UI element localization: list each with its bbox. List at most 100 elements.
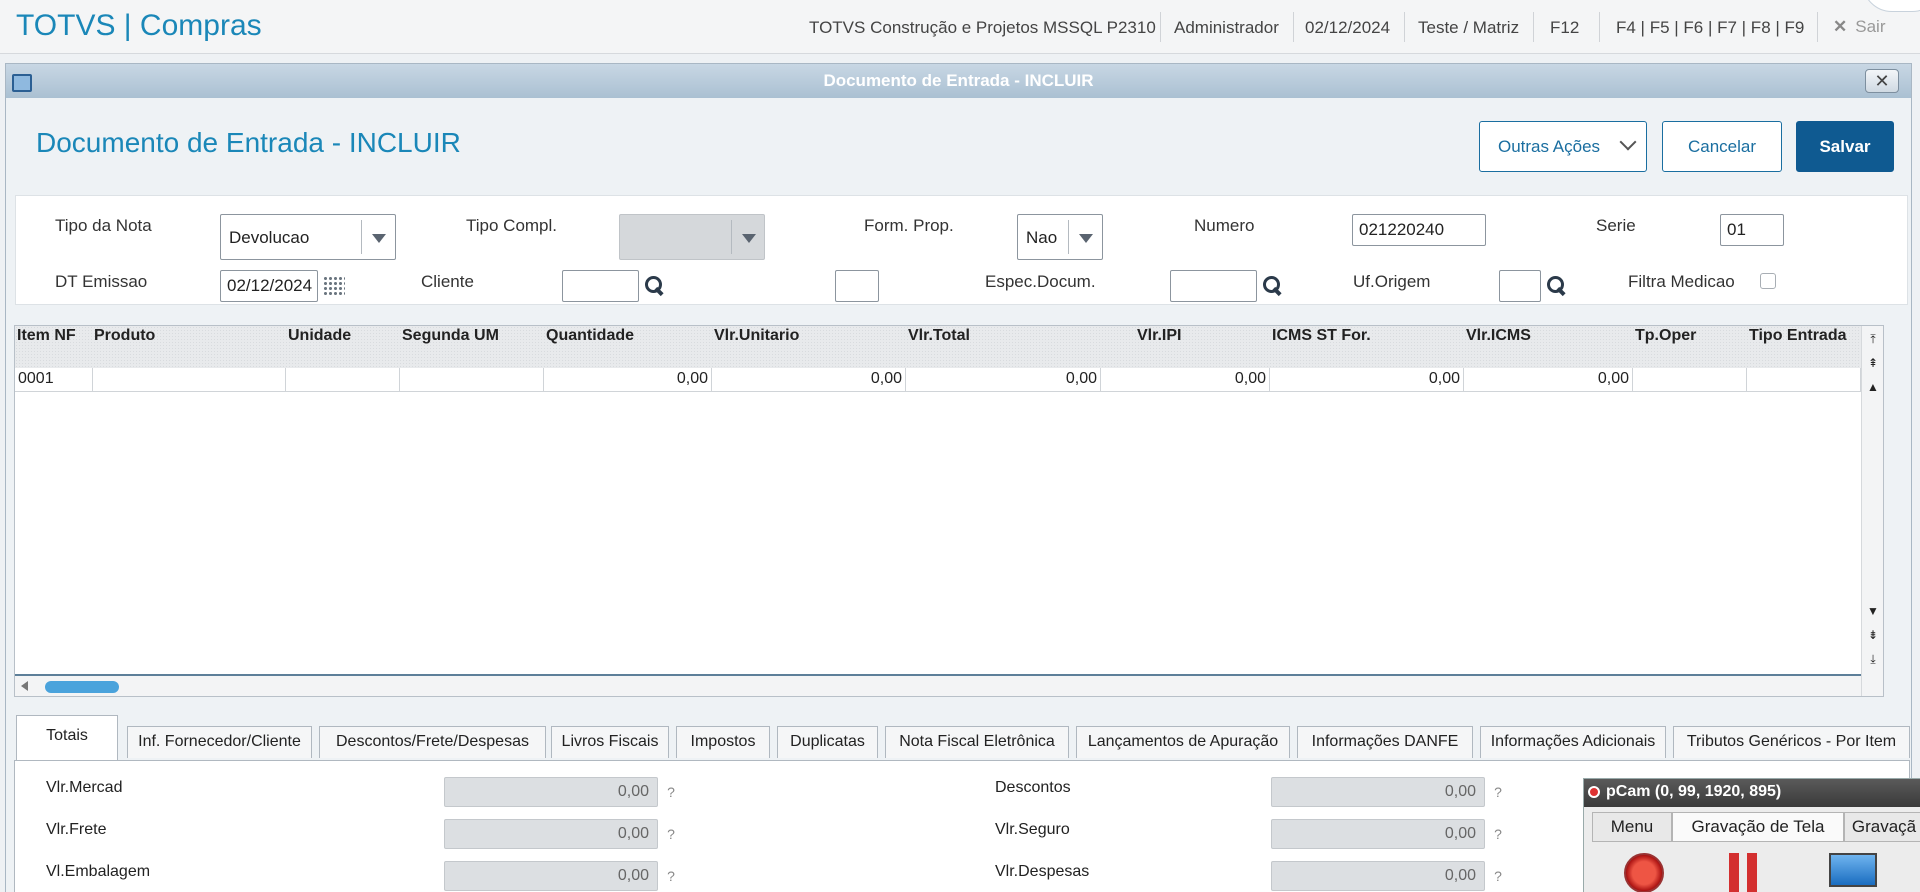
help-icon[interactable]: ? [662,819,680,849]
search-icon[interactable] [645,276,663,294]
table-row[interactable]: 0001 0,00 0,00 0,00 0,00 0,00 0,00 [15,368,1883,392]
recorder-menu-tab[interactable]: Menu [1592,812,1672,842]
recorder-titlebar: pCam (0, 99, 1920, 895) [1584,779,1920,807]
column-header[interactable]: Segunda UM [402,327,499,345]
vertical-scrollbar[interactable]: ⤒ ⇞ ▲ ▼ ⇟ ⤓ [1861,326,1883,696]
cell-vlr-unitario[interactable]: 0,00 [712,368,906,392]
page-down-icon[interactable]: ⇟ [1865,626,1881,644]
vlr-mercad-label: Vlr.Mercad [46,779,123,796]
cell-vlr-ipi[interactable]: 0,00 [1101,368,1270,392]
scroll-down-icon[interactable]: ▼ [1865,602,1881,620]
divider [1817,12,1818,42]
f12-shortcut[interactable]: F12 [1550,18,1579,38]
dropdown-arrow-icon [372,234,386,243]
exit-button[interactable]: ✕ Sair [1833,17,1885,37]
loja-input[interactable] [835,270,879,302]
function-keys[interactable]: F4 | F5 | F6 | F7 | F8 | F9 [1616,18,1804,38]
dt-emissao-label: DT Emissao [55,272,148,291]
divider [1160,12,1161,42]
cell-tipo-entrada[interactable] [1747,368,1861,392]
tab-livros-fiscais[interactable]: Livros Fiscais [551,726,669,758]
system-date[interactable]: 02/12/2024 [1305,18,1390,38]
cliente-input[interactable] [562,270,639,302]
tab-totais[interactable]: Totais [16,715,118,761]
other-actions-button[interactable]: Outras Ações [1479,121,1647,172]
help-icon[interactable]: ? [662,861,680,891]
espec-docum-label: Espec.Docum. [985,272,1096,291]
scroll-left-icon[interactable] [21,681,28,691]
cell-segunda-um[interactable] [400,368,544,392]
column-header[interactable]: Unidade [288,327,351,345]
monitor-icon[interactable] [1829,853,1877,887]
tab-lancamentos[interactable]: Lançamentos de Apuração [1076,726,1290,758]
column-header[interactable]: Tipo Entrada [1749,327,1847,345]
recorder-screen-tab[interactable]: Gravação de Tela [1672,812,1844,842]
scrollbar-thumb[interactable] [45,681,119,693]
cell-tp-oper[interactable] [1633,368,1747,392]
divider [1404,12,1405,42]
window-close-button[interactable]: ✕ [1865,69,1899,93]
cell-unidade[interactable] [286,368,400,392]
serie-input[interactable]: 01 [1720,214,1784,246]
user-name[interactable]: Administrador [1174,18,1279,38]
tipo-nota-select[interactable]: Devolucao [220,214,396,260]
cell-item[interactable]: 0001 [15,368,93,392]
help-icon[interactable]: ? [1489,819,1507,849]
filtra-medicao-checkbox[interactable] [1760,273,1776,289]
vlr-frete-label: Vlr.Frete [46,821,107,838]
vlr-despesas-field: 0,00 [1271,861,1485,891]
column-header[interactable]: Item NF [17,327,76,345]
scroll-up-icon[interactable]: ▲ [1865,378,1881,396]
cell-produto[interactable] [93,368,286,392]
tab-duplicatas[interactable]: Duplicatas [777,726,878,758]
search-icon[interactable] [1263,276,1281,294]
search-icon[interactable] [1547,276,1565,294]
tab-descontos[interactable]: Descontos/Frete/Despesas [319,726,546,758]
cell-icms-st[interactable]: 0,00 [1270,368,1464,392]
page-up-icon[interactable]: ⇞ [1865,354,1881,372]
horizontal-scrollbar[interactable] [15,674,1861,696]
pause-icon[interactable] [1729,853,1759,892]
tab-impostos[interactable]: Impostos [676,726,770,758]
column-header[interactable]: Tp.Oper [1635,327,1696,345]
column-header[interactable]: Produto [94,327,155,345]
column-header[interactable]: Vlr.IPI [1137,327,1181,345]
tab-informacoes-adicionais[interactable]: Informações Adicionais [1480,726,1666,758]
uf-origem-input[interactable] [1499,270,1541,302]
column-header[interactable]: Vlr.Unitario [714,327,799,345]
help-icon[interactable]: ? [662,777,680,807]
company-selector[interactable]: TOTVS Construção e Projetos MSSQL P2310 [809,18,1156,38]
recorder-other-tab[interactable]: Gravaçã [1844,812,1920,842]
column-header[interactable]: Vlr.Total [908,327,970,345]
cell-quantidade[interactable]: 0,00 [544,368,712,392]
scroll-top-icon[interactable]: ⤒ [1865,330,1881,348]
tab-tributos-genericos[interactable]: Tributos Genéricos - Por Item [1673,726,1910,758]
tipo-nota-label: Tipo da Nota [55,216,152,235]
column-header[interactable]: Vlr.ICMS [1466,327,1531,345]
cancel-button[interactable]: Cancelar [1662,121,1782,172]
cell-vlr-total[interactable]: 0,00 [906,368,1101,392]
dt-emissao-input[interactable]: 02/12/2024 [220,270,318,302]
espec-docum-input[interactable] [1170,270,1257,302]
descontos-field: 0,00 [1271,777,1485,807]
column-header[interactable]: Quantidade [546,327,634,345]
vlr-mercad-field: 0,00 [444,777,658,807]
tab-nota-fiscal[interactable]: Nota Fiscal Eletrônica [885,726,1069,758]
calendar-icon[interactable] [323,276,345,296]
tipo-compl-select [619,214,765,260]
tab-inf-fornecedor[interactable]: Inf. Fornecedor/Cliente [127,726,312,758]
branch-selector[interactable]: Teste / Matriz [1418,18,1519,38]
help-icon[interactable]: ? [1489,861,1507,891]
help-icon[interactable]: ? [1489,777,1507,807]
recorder-title: pCam (0, 99, 1920, 895) [1606,783,1782,800]
save-button[interactable]: Salvar [1796,121,1894,172]
form-prop-select[interactable]: Nao [1017,214,1103,260]
scroll-bottom-icon[interactable]: ⤓ [1865,650,1881,668]
tab-informacoes-danfe[interactable]: Informações DANFE [1297,726,1473,758]
vlr-seguro-field: 0,00 [1271,819,1485,849]
numero-input[interactable]: 021220240 [1352,214,1486,246]
cell-vlr-icms[interactable]: 0,00 [1464,368,1633,392]
filtra-medicao-label: Filtra Medicao [1628,272,1735,291]
column-header[interactable]: ICMS ST For. [1272,327,1371,345]
stop-icon[interactable] [1624,853,1664,892]
